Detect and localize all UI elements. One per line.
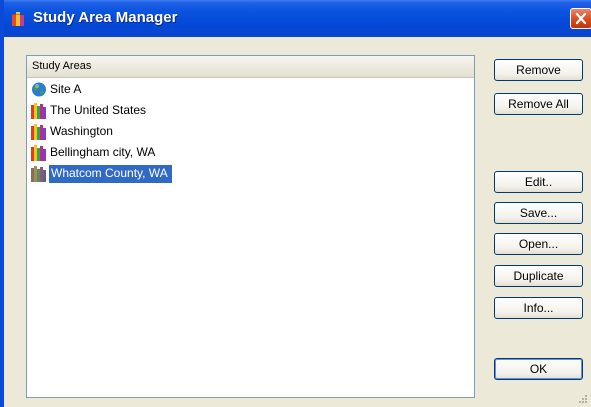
list-item-label: Bellingham city, WA — [50, 145, 156, 159]
list-item-label: The United States — [50, 103, 147, 117]
app-books-icon — [11, 10, 27, 27]
list-item-whatcom-county[interactable]: Whatcom County, WA — [31, 164, 331, 183]
list-item-united-states[interactable]: The United States — [31, 101, 331, 120]
list-item-site-a[interactable]: Site A — [31, 80, 331, 99]
list-item-label: Washington — [50, 124, 113, 138]
ok-button[interactable]: OK — [494, 358, 583, 380]
duplicate-button[interactable]: Duplicate — [494, 265, 583, 287]
save-button[interactable]: Save... — [494, 202, 583, 224]
books-gray-icon — [31, 165, 47, 182]
list-item-bellingham[interactable]: Bellingham city, WA — [31, 143, 331, 162]
list-column-header[interactable]: Study Areas — [27, 56, 474, 78]
study-areas-list[interactable]: Study Areas Site A The United States Was… — [26, 55, 475, 398]
info-button[interactable]: Info... — [494, 297, 583, 319]
list-item-washington[interactable]: Washington — [31, 122, 331, 141]
window-title: Study Area Manager — [33, 9, 178, 26]
resize-grip-icon[interactable] — [576, 392, 588, 404]
remove-all-button[interactable]: Remove All — [494, 93, 583, 115]
close-button[interactable] — [570, 8, 591, 29]
books-icon — [31, 123, 47, 140]
list-header-label: Study Areas — [32, 60, 92, 72]
dialog-client-area: Study Areas Site A The United States Was… — [4, 37, 591, 407]
edit-button[interactable]: Edit.. — [494, 171, 583, 193]
open-button[interactable]: Open... — [494, 233, 583, 255]
list-item-label: Whatcom County, WA — [49, 165, 172, 183]
study-area-manager-window: Study Area Manager Study Areas Site A Th… — [0, 0, 591, 407]
title-bar[interactable]: Study Area Manager — [0, 0, 591, 37]
books-icon — [31, 102, 47, 119]
list-item-label: Site A — [50, 82, 82, 96]
globe-icon — [31, 81, 47, 98]
books-icon — [31, 144, 47, 161]
close-icon — [575, 12, 587, 25]
remove-button[interactable]: Remove — [494, 59, 583, 81]
